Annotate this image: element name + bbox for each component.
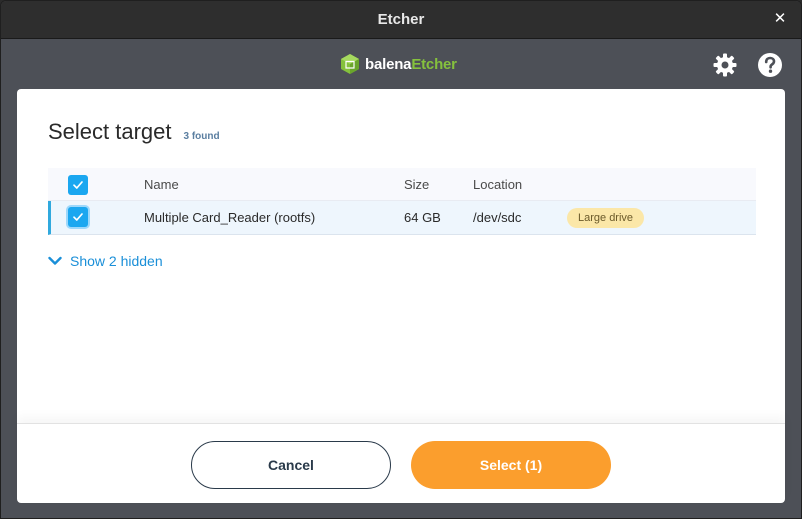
row-checkbox[interactable] xyxy=(68,207,88,227)
cube-icon xyxy=(341,54,359,74)
drive-name: Multiple Card_Reader (rootfs) xyxy=(144,210,316,225)
cancel-button[interactable]: Cancel xyxy=(191,441,391,489)
modal-title: Select target xyxy=(48,119,172,144)
show-hidden-toggle[interactable]: Show 2 hidden xyxy=(48,253,163,269)
drive-table: Name Size Location Multiple Card_Reader … xyxy=(48,168,756,235)
window-title: Etcher xyxy=(377,11,425,28)
column-header-name[interactable]: Name xyxy=(144,177,179,192)
modal-body: Select target 3 found Name Size Location xyxy=(17,89,785,423)
app-header: balenaEtcher xyxy=(1,39,801,89)
table-row[interactable]: Multiple Card_Reader (rootfs) 64 GB /dev… xyxy=(48,201,756,235)
column-header-size[interactable]: Size xyxy=(404,177,429,192)
balena-etcher-logo: balenaEtcher xyxy=(340,53,457,75)
show-hidden-label: Show 2 hidden xyxy=(70,253,163,269)
drive-size: 64 GB xyxy=(404,210,441,225)
settings-button[interactable] xyxy=(712,52,738,78)
logo-text-accent: Etcher xyxy=(411,55,457,73)
select-all-checkbox[interactable] xyxy=(68,175,88,195)
help-icon xyxy=(758,53,782,77)
checkmark-icon xyxy=(73,213,83,221)
close-icon[interactable]: ✕ xyxy=(771,10,789,28)
chevron-down-icon xyxy=(48,256,62,265)
etcher-window: Etcher ✕ balenaEtcher Select target 3 fo… xyxy=(0,0,802,519)
large-drive-badge: Large drive xyxy=(567,208,645,228)
help-button[interactable] xyxy=(757,52,783,78)
gear-icon xyxy=(713,53,737,77)
modal-heading: Select target 3 found xyxy=(48,119,220,145)
logo-text: balenaEtcher xyxy=(365,56,457,73)
logo-text-prefix: balena xyxy=(365,55,412,73)
drive-location: /dev/sdc xyxy=(473,210,522,225)
select-button[interactable]: Select (1) xyxy=(411,441,611,489)
select-target-modal: Select target 3 found Name Size Location xyxy=(17,89,785,503)
column-header-location[interactable]: Location xyxy=(473,177,522,192)
modal-footer: Cancel Select (1) xyxy=(17,423,785,503)
drive-count: 3 found xyxy=(183,131,220,142)
table-header: Name Size Location xyxy=(48,168,756,201)
checkmark-icon xyxy=(73,181,83,189)
title-bar: Etcher ✕ xyxy=(1,1,801,39)
